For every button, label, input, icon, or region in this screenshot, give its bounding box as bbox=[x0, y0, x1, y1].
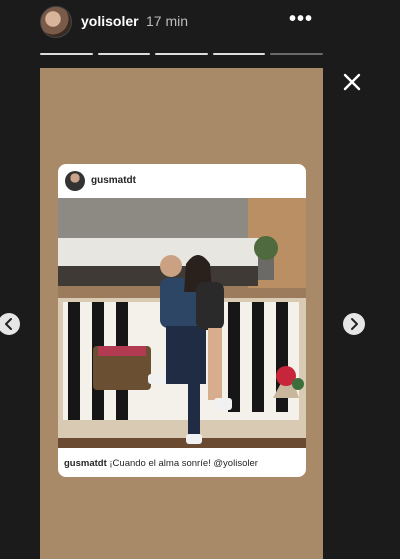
story-progress bbox=[40, 53, 323, 56]
user-avatar[interactable] bbox=[40, 6, 72, 38]
chevron-right-icon bbox=[351, 318, 358, 330]
close-icon[interactable] bbox=[338, 68, 366, 96]
progress-segment bbox=[40, 53, 93, 55]
progress-segment bbox=[97, 53, 151, 55]
shared-post-card[interactable]: gusmatdt gusmatdt ¡Cuando el alma sonríe… bbox=[58, 164, 306, 477]
story-header: yolisoler 17 min ••• bbox=[0, 0, 400, 48]
shared-post-avatar[interactable] bbox=[65, 171, 85, 191]
shared-post-username[interactable]: gusmatdt bbox=[91, 175, 136, 186]
caption-text: ¡Cuando el alma sonríe! @yolisoler bbox=[109, 458, 258, 469]
post-photo-illustration bbox=[58, 198, 306, 448]
progress-segment bbox=[212, 53, 266, 55]
story-username[interactable]: yolisoler bbox=[81, 13, 139, 29]
shared-post-header: gusmatdt bbox=[58, 164, 306, 198]
caption-username[interactable]: gusmatdt bbox=[64, 458, 107, 469]
chevron-left-icon bbox=[5, 318, 12, 330]
more-options-icon[interactable]: ••• bbox=[289, 9, 313, 29]
story-timestamp: 17 min bbox=[146, 13, 189, 29]
shared-post-caption: gusmatdt ¡Cuando el alma sonríe! @yoliso… bbox=[64, 458, 258, 469]
shared-post-photo[interactable] bbox=[58, 198, 306, 448]
next-story-button[interactable] bbox=[343, 313, 365, 335]
progress-segment bbox=[270, 53, 323, 55]
previous-story-button[interactable] bbox=[0, 313, 20, 335]
progress-segment bbox=[155, 53, 208, 55]
